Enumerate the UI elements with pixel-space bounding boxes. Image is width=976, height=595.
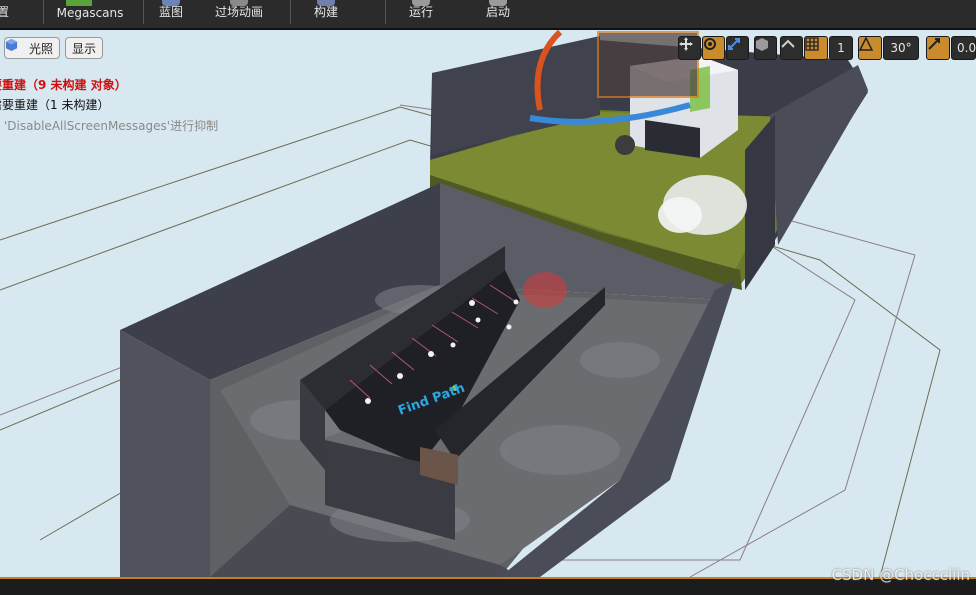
toolbar-megascans-button[interactable]: Megascans <box>52 0 128 28</box>
toolbar-build-button[interactable]: 构建 <box>302 0 350 28</box>
rotation-snap-dropdown[interactable]: 30° <box>883 36 919 60</box>
grid-snap-toggle[interactable] <box>804 36 828 60</box>
cube-icon <box>756 38 768 51</box>
light-glow <box>523 272 567 308</box>
surface-snap-button[interactable] <box>780 36 803 60</box>
toolbar-blueprint-button[interactable]: 蓝图 <box>148 0 194 28</box>
lighting-mode-label: 光照 <box>29 42 54 56</box>
lit-cube-icon <box>5 38 18 51</box>
world-local-toggle[interactable] <box>754 36 777 60</box>
move-arrows-icon <box>679 37 693 51</box>
toolbar-separator <box>43 0 44 24</box>
toolbar-settings-label: 置 <box>0 5 10 19</box>
scale-snap-icon <box>928 38 940 50</box>
toolbar-launch-button[interactable]: 启动 <box>474 0 522 28</box>
suppress-hint-message: 'DisableAllScreenMessages'进行抑制 <box>4 119 219 133</box>
watermark-text: CSDN @Chocccliin <box>831 566 970 584</box>
toolbar-megascans-label: Megascans <box>56 6 124 20</box>
rotate-tool-button[interactable] <box>702 36 725 60</box>
grid-icon <box>805 37 819 51</box>
show-flags-label: 显示 <box>71 42 96 56</box>
toolbar-separator <box>143 0 144 24</box>
toolbar-play-button[interactable]: 运行 <box>396 0 446 28</box>
toolbar-separator <box>385 0 386 24</box>
toolbar-blueprint-label: 蓝图 <box>158 5 183 19</box>
toolbar-build-label: 构建 <box>313 5 338 19</box>
toolbar-settings-button[interactable]: 置 <box>0 0 22 28</box>
toolbar-cinematics-button[interactable]: 过场动画 <box>210 0 268 28</box>
scale-snap-dropdown[interactable]: 0.0 <box>951 36 976 60</box>
toolbar-separator <box>290 0 291 24</box>
rotate-icon <box>704 38 716 50</box>
scale-tool-button[interactable] <box>726 36 749 60</box>
rebuild-warning-message: 要重建（9 未构建 对象） <box>0 78 127 92</box>
level-viewport[interactable]: Find Path 光照 显示 要重建（9 未构建 对象） 需要重建（1 未构建… <box>0 30 976 577</box>
rotation-snap-value: 30° <box>890 41 912 55</box>
lighting-mode-button[interactable]: 光照 <box>4 37 60 59</box>
grid-size-dropdown[interactable]: 1 <box>829 36 853 60</box>
scale-snap-value: 0.0 <box>957 41 976 55</box>
rotation-snap-toggle[interactable] <box>858 36 882 60</box>
scale-icon <box>728 38 740 50</box>
show-flags-button[interactable]: 显示 <box>65 37 103 59</box>
toolbar-cinematics-label: 过场动画 <box>214 5 263 19</box>
scale-snap-toggle[interactable] <box>926 36 950 60</box>
main-toolbar: 置 Megascans 蓝图 过场动画 构建 运行 启动 <box>0 0 976 30</box>
status-bar <box>0 577 976 595</box>
angle-icon <box>859 37 873 51</box>
grid-size-value: 1 <box>837 41 845 55</box>
viewport-transform-toolbar: 1 30° 0.0 <box>678 36 976 60</box>
toolbar-play-label: 运行 <box>408 5 433 19</box>
toolbar-launch-label: 启动 <box>485 5 510 19</box>
scene-render: Find Path <box>0 30 941 577</box>
rebuild-count-message: 需要重建（1 未构建） <box>0 98 110 112</box>
surface-snap-icon <box>781 39 795 48</box>
translate-tool-button[interactable] <box>678 36 701 60</box>
